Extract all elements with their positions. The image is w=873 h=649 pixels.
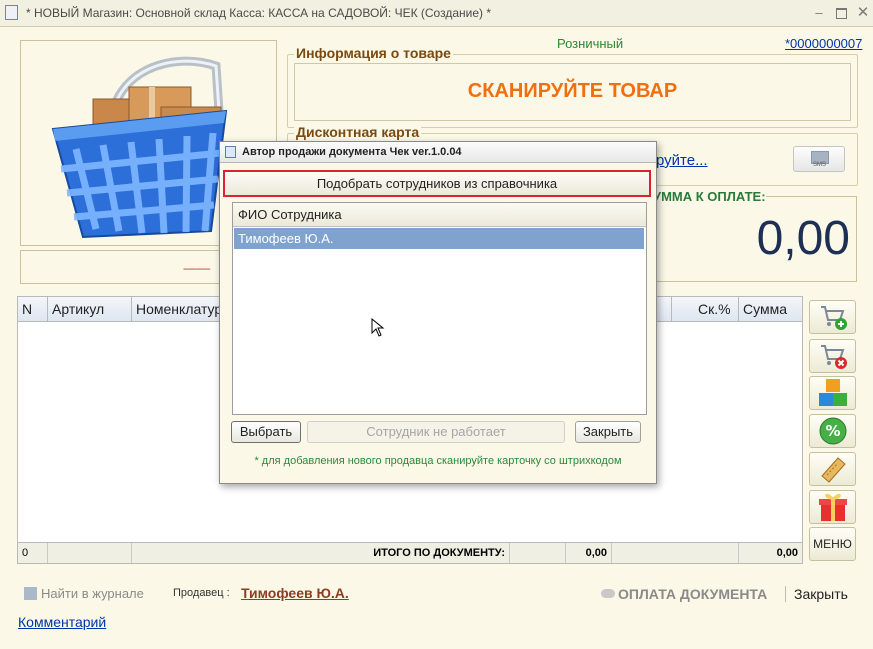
close-window-button[interactable]: ✕ xyxy=(855,5,871,21)
amount-to-pay-value: 0,00 xyxy=(756,212,850,265)
discount-card-title: Дисконтная карта xyxy=(294,124,422,140)
footer-sum-total: 0,00 xyxy=(776,547,798,559)
mouse-cursor-icon xyxy=(371,318,385,337)
find-in-journal-button[interactable]: Найти в журнале xyxy=(24,586,144,601)
minimize-button[interactable]: – xyxy=(811,5,827,21)
coupon-icon xyxy=(820,457,846,483)
dialog-icon xyxy=(225,146,236,158)
dialog-titlebar: Автор продажи документа Чек ver.1.0.04 xyxy=(220,142,656,163)
cart-remove-icon xyxy=(820,345,847,369)
maximize-button[interactable] xyxy=(833,5,849,21)
sale-author-dialog: Автор продажи документа Чек ver.1.0.04 П… xyxy=(219,141,657,484)
blocks-icon xyxy=(818,379,847,406)
product-info-group: Информация о товаре СКАНИРУЙТЕ ТОВАР xyxy=(287,45,858,128)
percent-icon: % xyxy=(819,417,846,445)
payment-icon xyxy=(601,589,615,598)
dialog-hint: * для добавления нового продавца сканиру… xyxy=(254,455,622,467)
subinfo-placeholder: ---------- xyxy=(183,263,211,275)
dialog-close-button[interactable]: Закрыть xyxy=(575,421,641,443)
pick-employees-button[interactable]: Подобрать сотрудников из справочника xyxy=(223,170,651,197)
close-button[interactable]: Закрыть xyxy=(785,586,848,602)
select-button[interactable]: Выбрать xyxy=(231,421,301,443)
discount-button[interactable]: % xyxy=(809,414,856,448)
column-sum[interactable]: Сумма xyxy=(739,297,802,321)
blocks-button[interactable] xyxy=(809,376,856,410)
comment-link[interactable]: Комментарий xyxy=(18,614,106,630)
menu-button[interactable]: МЕНЮ xyxy=(809,527,856,561)
employee-not-working-button[interactable]: Сотрудник не работает xyxy=(307,421,565,443)
scan-prompt: СКАНИРУЙТЕ ТОВАР xyxy=(467,80,678,102)
employee-list[interactable]: ФИО Сотрудника Тимофеев Ю.А. xyxy=(232,202,647,415)
gift-icon xyxy=(818,493,847,521)
coupon-button[interactable] xyxy=(809,452,856,486)
column-n[interactable]: N xyxy=(18,297,48,321)
payment-amount-panel: УММА К ОПЛАТЕ: 0,00 xyxy=(650,189,857,282)
add-item-button[interactable] xyxy=(809,300,856,334)
footer-empty-2 xyxy=(510,543,566,563)
employee-list-header: ФИО Сотрудника xyxy=(233,203,646,227)
footer-qty-total: 0,00 xyxy=(566,543,612,563)
seller-name-link[interactable]: Тимофеев Ю.А. xyxy=(241,585,349,601)
footer-count: 0 xyxy=(18,543,48,563)
remove-item-button[interactable] xyxy=(809,339,856,373)
pay-document-button[interactable]: ОПЛАТА ДОКУМЕНТА xyxy=(601,586,767,602)
price-type-label: Розничный xyxy=(557,36,624,51)
items-table-footer: 0 ИТОГО ПО ДОКУМЕНТУ: 0,00 0,00 xyxy=(18,542,802,563)
document-icon xyxy=(5,5,18,20)
sms-label: SMS xyxy=(813,162,827,168)
pay-document-label: ОПЛАТА ДОКУМЕНТА xyxy=(618,586,768,602)
dialog-title: Автор продажи документа Чек ver.1.0.04 xyxy=(242,146,462,158)
footer-total-label: ИТОГО ПО ДОКУМЕНТУ: xyxy=(132,543,510,563)
footer-empty-1 xyxy=(48,543,132,563)
window-titlebar: * НОВЫЙ Магазин: Основной склад Касса: К… xyxy=(0,0,873,27)
product-info-title: Информация о товаре xyxy=(294,45,453,61)
discount-card-link[interactable]: руйте... xyxy=(656,152,708,169)
scan-prompt-box: СКАНИРУЙТЕ ТОВАР xyxy=(294,63,851,121)
document-number-link[interactable]: *0000000007 xyxy=(785,36,862,51)
employee-row[interactable]: Тимофеев Ю.А. xyxy=(234,228,644,249)
cart-add-icon xyxy=(820,306,847,330)
window-title: * НОВЫЙ Магазин: Основной склад Касса: К… xyxy=(26,6,492,20)
amount-to-pay-label: УММА К ОПЛАТЕ: xyxy=(653,189,766,204)
column-discount[interactable]: Ск.% xyxy=(694,297,739,321)
find-in-journal-label: Найти в журнале xyxy=(41,586,144,601)
column-article[interactable]: Артикул xyxy=(48,297,132,321)
gift-button[interactable] xyxy=(809,490,856,524)
footer-empty-3 xyxy=(612,543,739,563)
sms-button[interactable]: SMS xyxy=(793,146,845,172)
journal-icon xyxy=(24,587,37,600)
svg-text:%: % xyxy=(825,422,840,440)
seller-label: Продавец : xyxy=(173,587,230,599)
